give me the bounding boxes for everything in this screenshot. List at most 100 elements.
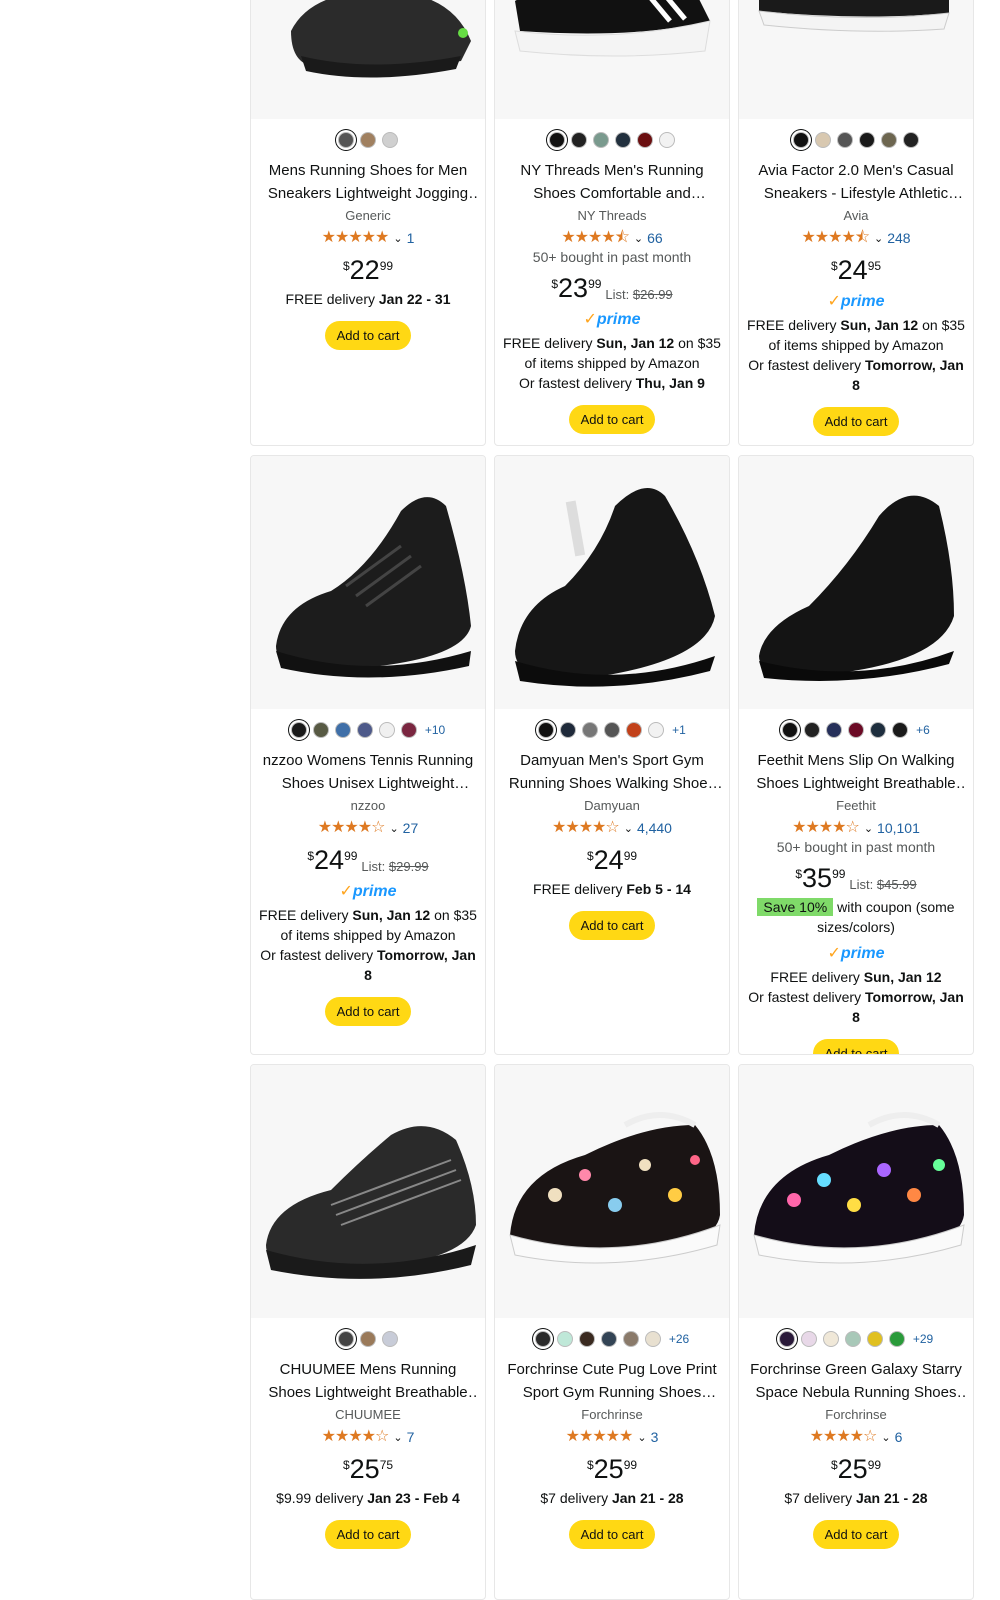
price[interactable]: $23 99 List: $26.99 (500, 273, 724, 303)
color-swatch[interactable] (556, 1331, 573, 1347)
star-rating-icon[interactable]: ★★★★⯪ (801, 230, 870, 246)
color-swatch[interactable] (844, 1331, 861, 1347)
add-to-cart-button[interactable]: Add to cart (812, 1039, 900, 1054)
add-to-cart-button[interactable]: Add to cart (324, 1520, 412, 1549)
chevron-down-icon[interactable]: ⌄ (393, 232, 402, 245)
color-swatch[interactable] (815, 132, 831, 148)
color-swatch[interactable] (382, 1331, 398, 1347)
product-title[interactable]: Feethit Mens Slip On Walking Shoes Light… (746, 749, 966, 795)
product-title[interactable]: Forchrinse Cute Pug Love Print Sport Gym… (502, 1358, 722, 1404)
rating-row[interactable]: ★★★★★ ⌄ 3 (500, 1428, 724, 1446)
product-image[interactable] (739, 1065, 973, 1318)
rating-count-link[interactable]: 6 (895, 1429, 903, 1445)
color-swatch[interactable] (859, 132, 875, 148)
add-to-cart-button[interactable]: Add to cart (568, 1520, 656, 1549)
color-swatch[interactable] (888, 1331, 905, 1347)
color-swatch[interactable] (848, 722, 865, 738)
color-swatch[interactable] (334, 722, 351, 738)
color-swatch[interactable] (659, 132, 675, 148)
rating-count-link[interactable]: 7 (407, 1429, 415, 1445)
chevron-down-icon[interactable]: ⌄ (637, 1431, 646, 1444)
color-swatch[interactable] (538, 722, 555, 738)
rating-row[interactable]: ★★★★☆ ⌄ 7 (256, 1428, 480, 1446)
product-image[interactable] (251, 0, 485, 119)
color-swatch[interactable] (622, 1331, 639, 1347)
price[interactable]: $25 75 (256, 1454, 480, 1484)
rating-count-link[interactable]: 3 (651, 1429, 659, 1445)
star-rating-icon[interactable]: ★★★★★ (322, 230, 390, 246)
color-swatch[interactable] (593, 132, 609, 148)
color-swatch[interactable] (626, 722, 643, 738)
color-swatch[interactable] (356, 722, 373, 738)
product-image[interactable] (495, 0, 729, 119)
rating-row[interactable]: ★★★★☆ ⌄ 4,440 (500, 819, 724, 837)
star-rating-icon[interactable]: ★★★★☆ (318, 820, 386, 836)
product-title[interactable]: Damyuan Men's Sport Gym Running Shoes Wa… (502, 749, 722, 795)
color-swatch[interactable] (382, 132, 398, 148)
rating-row[interactable]: ★★★★★ ⌄ 1 (256, 229, 480, 247)
color-swatch[interactable] (782, 722, 799, 738)
color-swatch[interactable] (637, 132, 653, 148)
coupon[interactable]: Save 10% with coupon (some sizes/colors) (744, 897, 968, 937)
product-title[interactable]: CHUUMEE Mens Running Shoes Lightweight B… (258, 1358, 478, 1404)
product-title[interactable]: Mens Running Shoes for Men Sneakers Ligh… (258, 159, 478, 205)
price[interactable]: $24 99 (500, 845, 724, 875)
rating-row[interactable]: ★★★★☆ ⌄ 10,101 (744, 819, 968, 837)
add-to-cart-button[interactable]: Add to cart (568, 405, 656, 434)
add-to-cart-button[interactable]: Add to cart (812, 407, 900, 436)
rating-row[interactable]: ★★★★☆ ⌄ 27 (256, 819, 480, 837)
star-rating-icon[interactable]: ★★★★⯪ (561, 230, 630, 246)
color-swatch[interactable] (644, 1331, 661, 1347)
add-to-cart-button[interactable]: Add to cart (568, 911, 656, 940)
more-colors-link[interactable]: +1 (672, 723, 686, 737)
color-swatch[interactable] (903, 132, 919, 148)
color-swatch[interactable] (615, 132, 631, 148)
color-swatch[interactable] (778, 1331, 795, 1347)
more-colors-link[interactable]: +10 (425, 723, 445, 737)
color-swatch[interactable] (648, 722, 665, 738)
product-image[interactable] (495, 456, 729, 709)
chevron-down-icon[interactable]: ⌄ (389, 822, 398, 835)
color-swatch[interactable] (870, 722, 887, 738)
color-swatch[interactable] (338, 132, 354, 148)
color-swatch[interactable] (600, 1331, 617, 1347)
add-to-cart-button[interactable]: Add to cart (812, 1520, 900, 1549)
star-rating-icon[interactable]: ★★★★★ (566, 1429, 634, 1445)
color-swatch[interactable] (604, 722, 621, 738)
price[interactable]: $22 99 (256, 255, 480, 285)
color-swatch[interactable] (578, 1331, 595, 1347)
price[interactable]: $25 99 (744, 1454, 968, 1484)
chevron-down-icon[interactable]: ⌄ (624, 822, 633, 835)
product-image[interactable] (495, 1065, 729, 1318)
star-rating-icon[interactable]: ★★★★☆ (810, 1429, 878, 1445)
chevron-down-icon[interactable]: ⌄ (634, 232, 643, 245)
color-swatch[interactable] (534, 1331, 551, 1347)
price[interactable]: $35 99 List: $45.99 (744, 863, 968, 893)
color-swatch[interactable] (400, 722, 417, 738)
chevron-down-icon[interactable]: ⌄ (881, 1431, 890, 1444)
rating-count-link[interactable]: 66 (647, 230, 663, 246)
star-rating-icon[interactable]: ★★★★☆ (552, 820, 620, 836)
more-colors-link[interactable]: +26 (669, 1332, 689, 1346)
chevron-down-icon[interactable]: ⌄ (874, 232, 883, 245)
color-swatch[interactable] (582, 722, 599, 738)
color-swatch[interactable] (822, 1331, 839, 1347)
chevron-down-icon[interactable]: ⌄ (393, 1431, 402, 1444)
color-swatch[interactable] (892, 722, 909, 738)
color-swatch[interactable] (290, 722, 307, 738)
color-swatch[interactable] (549, 132, 565, 148)
color-swatch[interactable] (826, 722, 843, 738)
color-swatch[interactable] (360, 1331, 376, 1347)
rating-count-link[interactable]: 10,101 (877, 820, 920, 836)
chevron-down-icon[interactable]: ⌄ (864, 822, 873, 835)
product-title[interactable]: NY Threads Men's Running Shoes Comfortab… (502, 159, 722, 205)
color-swatch[interactable] (360, 132, 376, 148)
color-swatch[interactable] (866, 1331, 883, 1347)
rating-row[interactable]: ★★★★⯪ ⌄ 248 (744, 229, 968, 247)
color-swatch[interactable] (338, 1331, 354, 1347)
rating-count-link[interactable]: 27 (403, 820, 419, 836)
product-image[interactable] (739, 456, 973, 709)
rating-row[interactable]: ★★★★☆ ⌄ 6 (744, 1428, 968, 1446)
rating-count-link[interactable]: 4,440 (637, 820, 672, 836)
product-image[interactable] (739, 0, 973, 119)
